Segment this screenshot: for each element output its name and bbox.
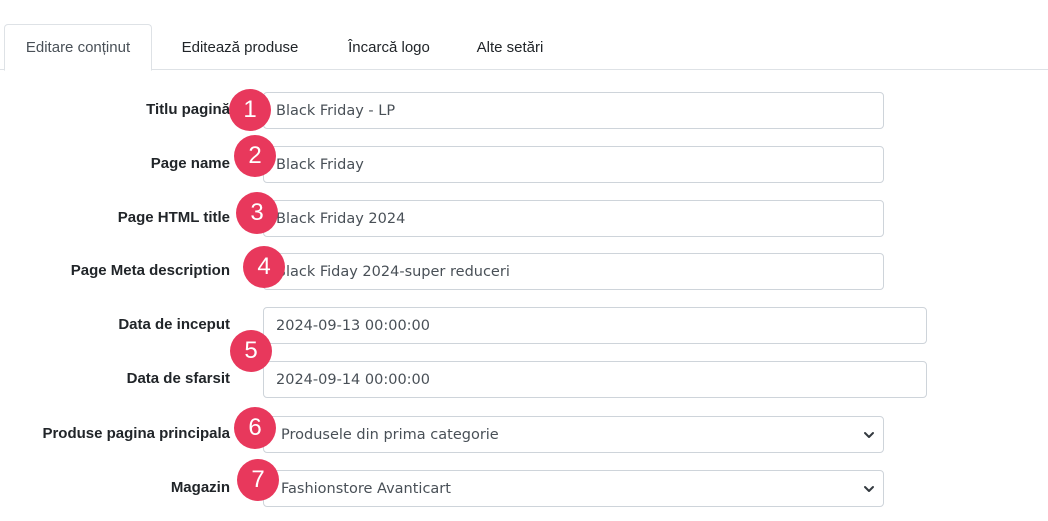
main-products-select[interactable]: Produsele din prima categorie: [263, 416, 884, 453]
page-name-input[interactable]: Black Friday: [263, 146, 884, 183]
annotation-badge-7: 7: [237, 459, 279, 501]
start-date-label: Data de inceput: [118, 316, 230, 333]
main-products-label: Produse pagina principala: [42, 425, 230, 442]
annotation-badge-5: 5: [230, 330, 272, 372]
main-products-value: Produsele din prima categorie: [281, 426, 499, 443]
store-value: Fashionstore Avanticart: [281, 480, 451, 497]
page-name-label: Page name: [150, 155, 230, 172]
tab-incarca-logo[interactable]: Încarcă logo: [330, 24, 448, 70]
annotation-badge-6: 6: [234, 407, 276, 449]
tab-alte-setari[interactable]: Alte setări: [460, 24, 560, 70]
meta-description-label: Page Meta description: [70, 262, 230, 279]
annotation-badge-1: 1: [229, 89, 271, 131]
end-date-input[interactable]: 2024-09-14 00:00:00: [263, 361, 927, 398]
html-title-label: Page HTML title: [117, 209, 230, 226]
annotation-badge-2: 2: [234, 135, 276, 177]
page-title-label: Titlu pagină: [146, 101, 230, 118]
html-title-input[interactable]: Black Friday 2024: [263, 200, 884, 237]
tab-editare-continut[interactable]: Editare conținut: [4, 24, 152, 71]
tab-editeaza-produse[interactable]: Editează produse: [160, 24, 320, 70]
meta-description-input[interactable]: Black Fiday 2024-super reduceri: [263, 253, 884, 290]
page-title-input[interactable]: Black Friday - LP: [263, 92, 884, 129]
store-label: Magazin: [170, 479, 230, 496]
annotation-badge-4: 4: [243, 246, 285, 288]
end-date-label: Data de sfarsit: [126, 370, 230, 387]
chevron-down-icon: [864, 485, 874, 492]
chevron-down-icon: [864, 431, 874, 438]
annotation-badge-3: 3: [236, 192, 278, 234]
store-select[interactable]: Fashionstore Avanticart: [263, 470, 884, 507]
start-date-input[interactable]: 2024-09-13 00:00:00: [263, 307, 927, 344]
tab-bar: Editare conținut Editează produse Încarc…: [0, 0, 1048, 71]
